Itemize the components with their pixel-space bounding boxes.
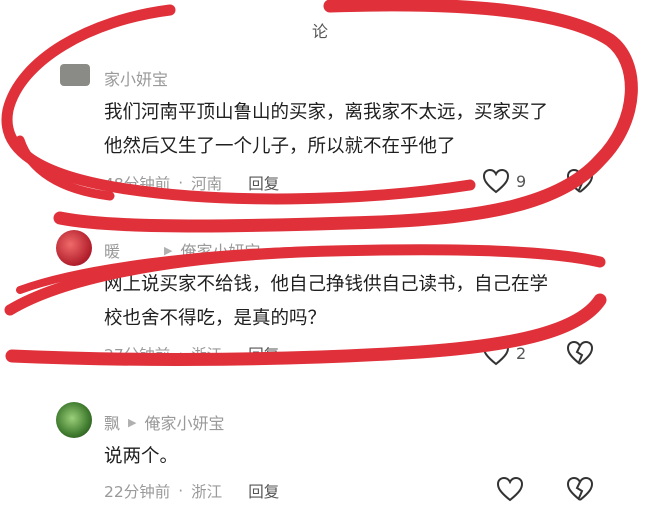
comment-username[interactable]: 飘 ▶ 俺家小妍宝 <box>104 410 225 434</box>
heart-icon <box>496 476 524 502</box>
comment-location: 河南 <box>191 175 223 193</box>
comment-body: 网上说买家不给钱，他自己挣钱供自己读书，自己在学 校也舍不得吃，是真的吗？ <box>104 268 548 336</box>
reply-button[interactable]: 回复 <box>248 343 279 365</box>
comment-time: 27分钟前 <box>104 346 171 364</box>
comment-location: 浙江 <box>191 483 223 501</box>
triangle-arrow-icon: ▶ <box>164 243 173 257</box>
comment-username[interactable]: 暖 ▶ 俺家小妍宝 <box>104 238 261 262</box>
comment-line: 说两个。 <box>104 446 179 467</box>
triangle-arrow-icon: ▶ <box>128 415 137 429</box>
comment-body: 说两个。 <box>104 440 178 474</box>
comment-location: 浙江 <box>191 346 223 364</box>
like-count: 2 <box>516 343 527 363</box>
comment-footer: 22分钟前 · 浙江 回复 <box>104 480 280 502</box>
broken-heart-icon <box>566 476 594 501</box>
avatar[interactable] <box>60 64 90 86</box>
username: 暖 <box>104 242 121 261</box>
avatar[interactable] <box>56 230 92 266</box>
comment-footer: 48分钟前 · 河南 回复 <box>104 172 280 194</box>
like-button[interactable]: 2 <box>482 340 526 366</box>
cropped-top-text: 论 <box>312 22 329 41</box>
comment-time: 48分钟前 <box>104 175 171 193</box>
comment-time: 22分钟前 <box>104 483 171 501</box>
reply-to-username: 俺家小妍宝 <box>180 242 261 261</box>
comment-line: 他然后又生了一个儿子，所以就不在乎他了 <box>104 136 456 157</box>
heart-icon <box>482 168 510 194</box>
comment-footer: 27分钟前 · 浙江 回复 <box>104 343 280 365</box>
like-button[interactable]: 9 <box>482 168 526 194</box>
comment-username[interactable]: 家小妍宝 <box>104 66 168 90</box>
reply-to-username: 俺家小妍宝 <box>144 414 225 433</box>
dislike-button[interactable] <box>566 340 594 366</box>
like-button[interactable] <box>496 476 524 502</box>
reply-button[interactable]: 回复 <box>248 480 279 502</box>
reply-button[interactable]: 回复 <box>248 172 279 194</box>
broken-heart-icon <box>566 168 594 193</box>
comment-line: 校也舍不得吃，是真的吗？ <box>104 308 327 329</box>
comment-line: 网上说买家不给钱，他自己挣钱供自己读书，自己在学 <box>104 274 549 295</box>
dislike-button[interactable] <box>566 168 594 194</box>
comment-line: 我们河南平顶山鲁山的买家，离我家不太远，买家买了 <box>104 102 549 123</box>
like-count: 9 <box>516 171 527 191</box>
red-marker-scribble <box>1 0 638 366</box>
username: 家小妍宝 <box>104 70 169 89</box>
username: 飘 <box>104 414 121 433</box>
broken-heart-icon <box>566 340 594 365</box>
comment-body: 我们河南平顶山鲁山的买家，离我家不太远，买家买了 他然后又生了一个儿子，所以就不… <box>104 96 548 164</box>
avatar[interactable] <box>56 402 92 438</box>
heart-icon <box>482 340 510 366</box>
dislike-button[interactable] <box>566 476 594 502</box>
